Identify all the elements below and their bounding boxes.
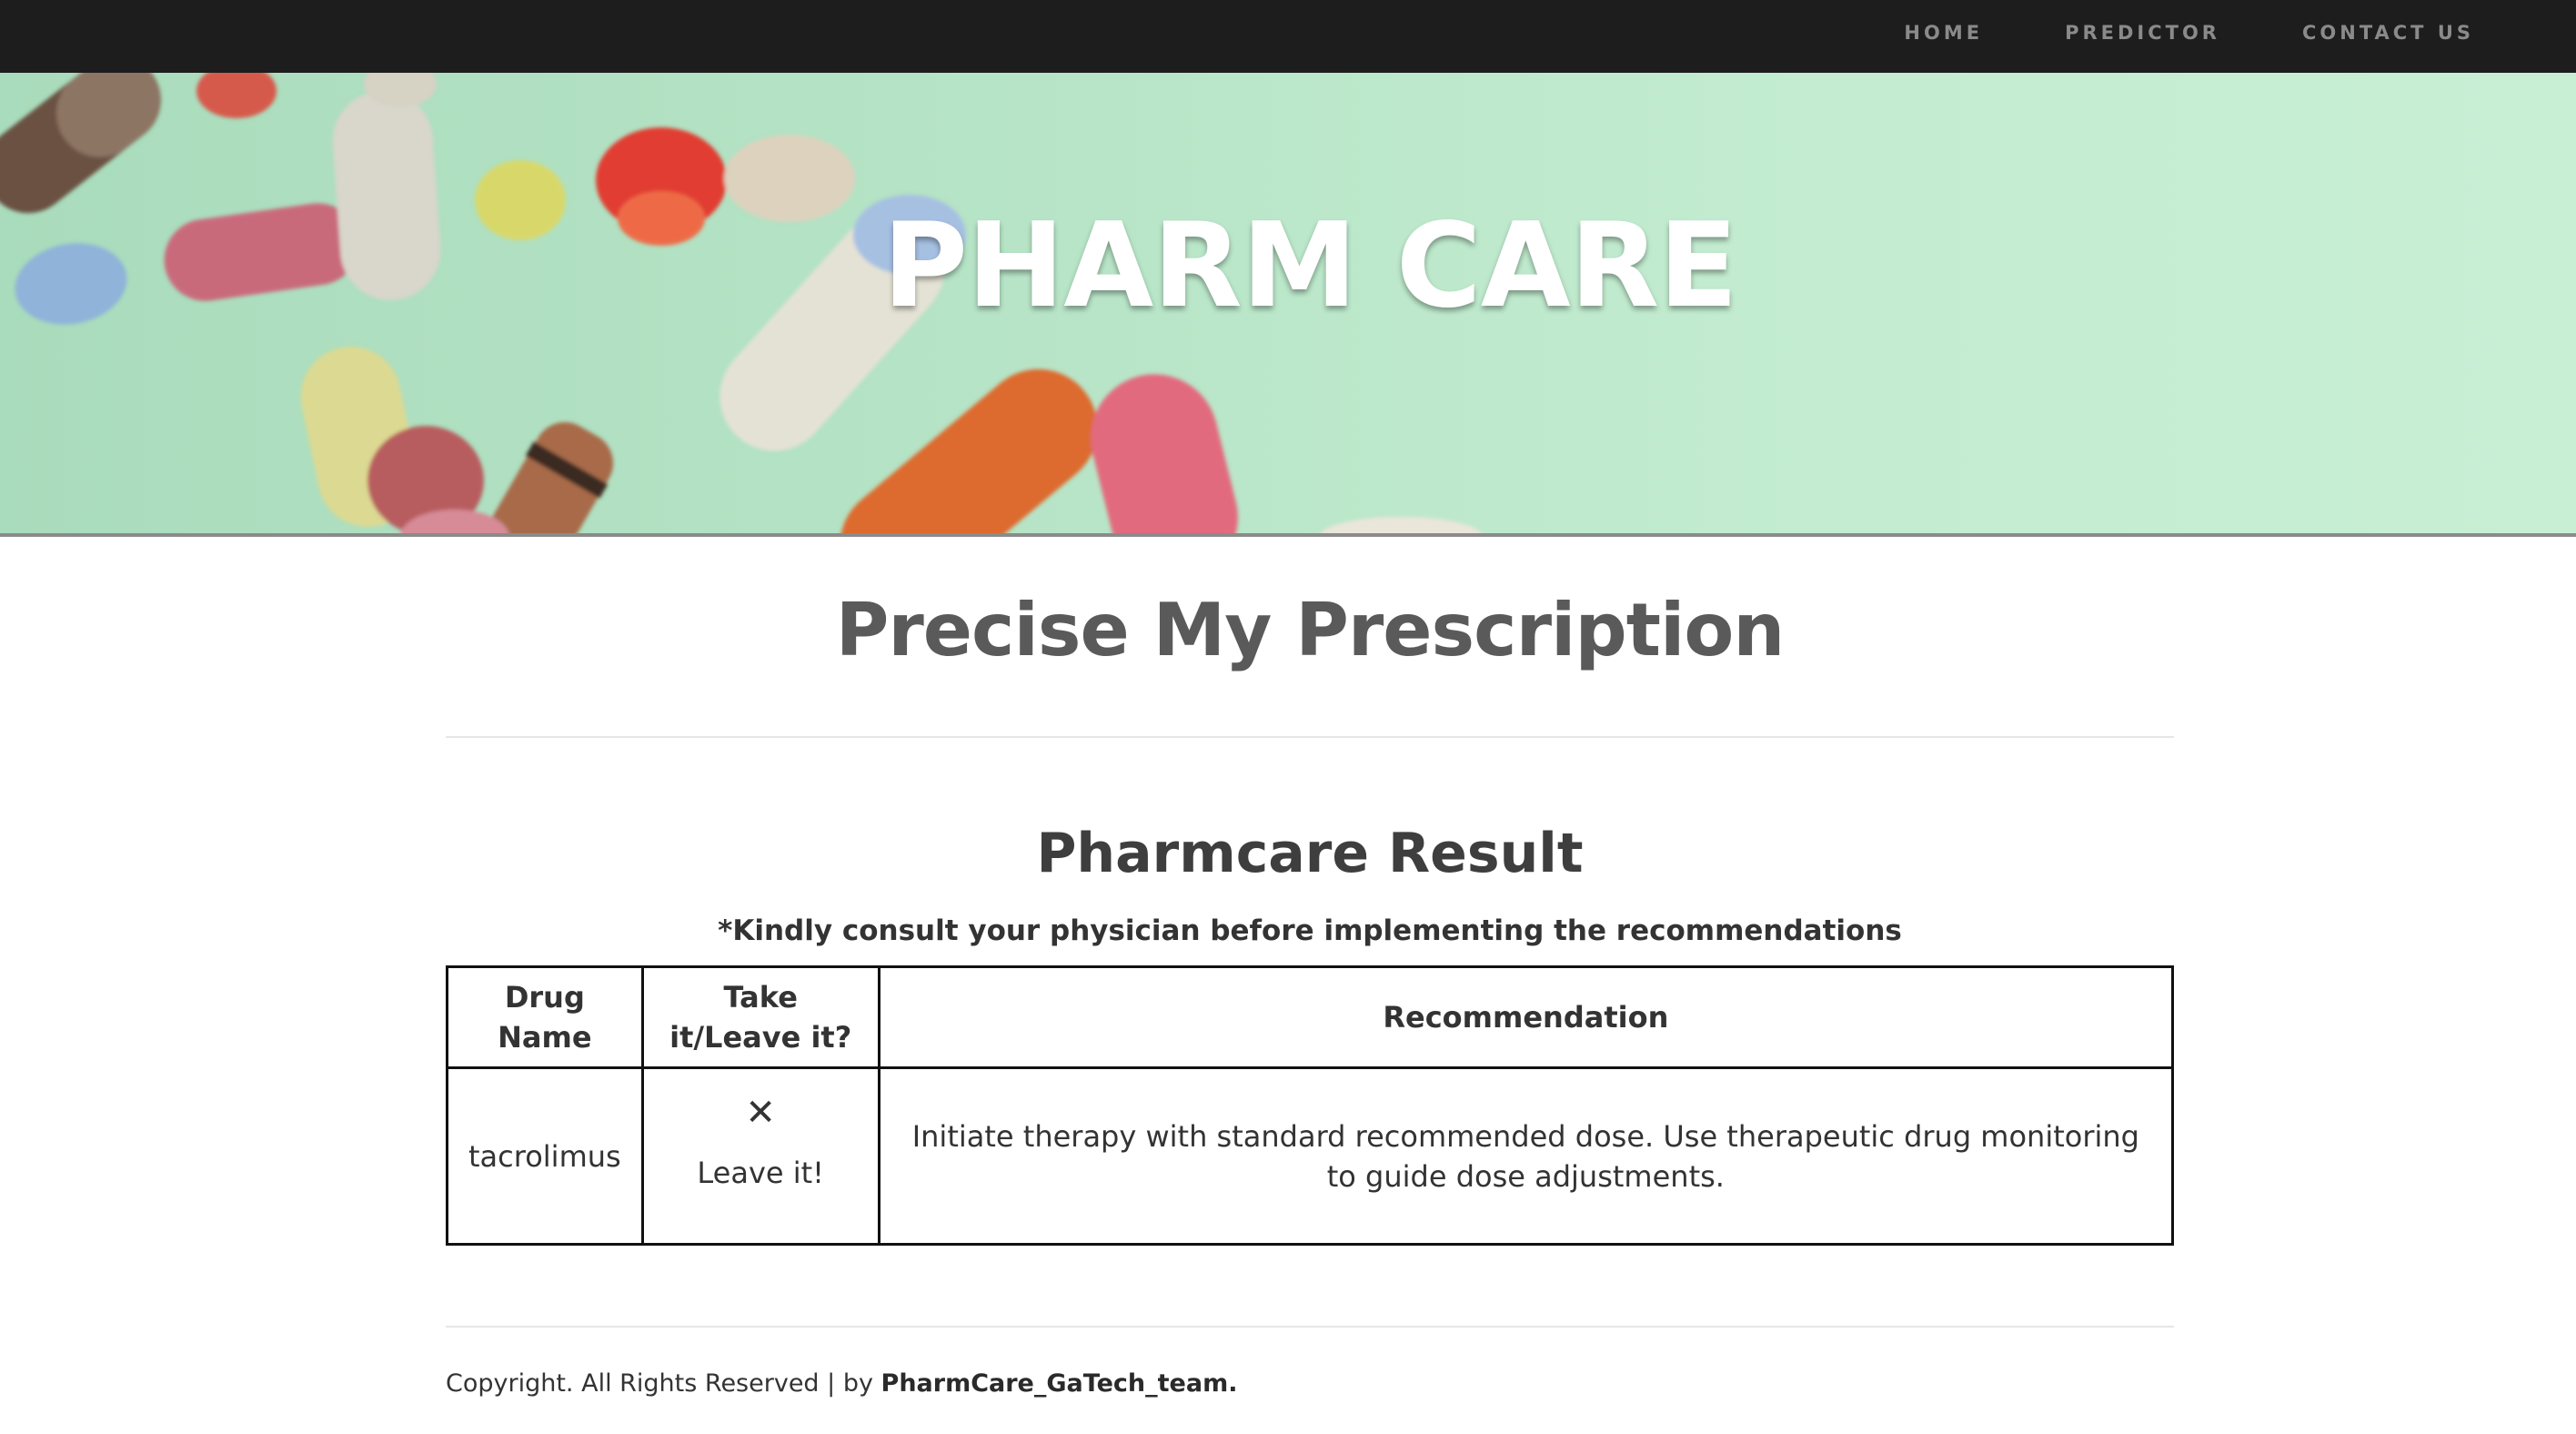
copyright-text: Copyright. All Rights Reserved | by (446, 1369, 881, 1398)
nav-link-home[interactable]: HOME (1904, 22, 1983, 44)
team-name: PharmCare_GaTech_team. (880, 1369, 1238, 1398)
drug-name-cell: tacrolimus (446, 1066, 644, 1246)
x-mark-icon: ✕ (745, 1091, 776, 1134)
table-row: tacrolimus ✕ Leave it! Initiate therapy … (446, 1066, 2175, 1246)
result-table: Drug Name Take it/Leave it? Recommendati… (446, 965, 2175, 1246)
hero-banner: PHARM CARE (0, 73, 2576, 537)
header-take-leave: Take it/Leave it? (640, 965, 880, 1069)
footer: Copyright. All Rights Reserved | by Phar… (446, 1369, 2174, 1398)
footer-divider (446, 1326, 2174, 1328)
take-leave-cell: ✕ Leave it! (640, 1066, 880, 1246)
recommendation-cell: Initiate therapy with standard recommend… (877, 1066, 2175, 1246)
result-title: Pharmcare Result (1036, 822, 1584, 885)
section-divider (446, 736, 2174, 738)
table-header-row: Drug Name Take it/Leave it? Recommendati… (446, 965, 2175, 1069)
header-drug-name: Drug Name (446, 965, 644, 1069)
nav-link-predictor[interactable]: PREDICTOR (2065, 22, 2220, 44)
top-navbar: HOME PREDICTOR CONTACT US (0, 0, 2576, 73)
disclaimer-text: *Kindly consult your physician before im… (718, 914, 1902, 947)
site-title: PHARM CARE (882, 198, 1738, 334)
main-content: Precise My Prescription Pharmcare Result… (446, 537, 2175, 1398)
page-title: Precise My Prescription (835, 588, 1786, 672)
take-leave-label: Leave it! (697, 1155, 824, 1190)
nav-links: HOME PREDICTOR CONTACT US (1904, 0, 2474, 66)
header-recommendation: Recommendation (877, 965, 2175, 1069)
nav-link-contact-us[interactable]: CONTACT US (2302, 22, 2474, 44)
